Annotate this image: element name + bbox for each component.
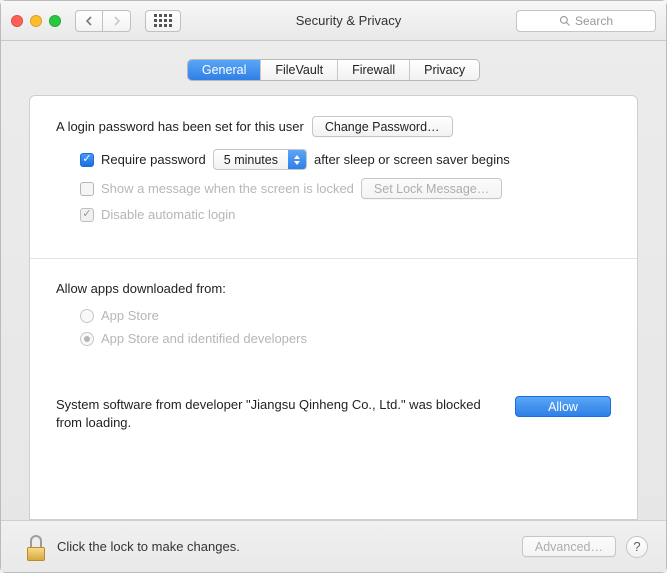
content-area: General FileVault Firewall Privacy A log…	[1, 41, 666, 520]
lock-shackle-icon	[30, 535, 42, 547]
show-message-checkbox[interactable]	[80, 182, 94, 196]
search-placeholder: Search	[575, 14, 613, 28]
gatekeeper-identified-row: App Store and identified developers	[80, 331, 611, 346]
forward-button[interactable]	[103, 10, 131, 32]
show-all-prefs-button[interactable]	[145, 10, 181, 32]
zoom-window-button[interactable]	[49, 15, 61, 27]
gatekeeper-appstore-radio[interactable]	[80, 309, 94, 323]
window-controls	[11, 15, 61, 27]
minimize-window-button[interactable]	[30, 15, 42, 27]
titlebar: Security & Privacy Search	[1, 1, 666, 41]
lock-button[interactable]	[25, 533, 47, 561]
chevron-right-icon	[112, 16, 121, 26]
general-pane: A login password has been set for this u…	[29, 95, 638, 520]
lock-hint-text: Click the lock to make changes.	[57, 539, 512, 554]
tab-filevault[interactable]: FileVault	[260, 60, 337, 80]
tab-bar: General FileVault Firewall Privacy	[187, 59, 480, 81]
require-password-label: Require password	[101, 152, 206, 167]
show-message-label: Show a message when the screen is locked	[101, 181, 354, 196]
tab-general[interactable]: General	[188, 60, 260, 80]
gatekeeper-radio-group: App Store App Store and identified devel…	[80, 308, 611, 346]
set-lock-message-button: Set Lock Message…	[361, 178, 502, 199]
show-message-row: Show a message when the screen is locked…	[80, 178, 611, 199]
help-button[interactable]: ?	[626, 536, 648, 558]
nav-buttons	[75, 10, 131, 32]
gatekeeper-appstore-row: App Store	[80, 308, 611, 323]
blocked-software-row: System software from developer "Jiangsu …	[56, 396, 611, 431]
select-stepper-icon	[288, 150, 306, 169]
section-divider	[30, 258, 637, 259]
gatekeeper-identified-radio[interactable]	[80, 332, 94, 346]
disable-auto-login-label: Disable automatic login	[101, 207, 235, 222]
window-title: Security & Privacy	[189, 13, 508, 28]
advanced-button[interactable]: Advanced…	[522, 536, 616, 557]
blocked-software-message: System software from developer "Jiangsu …	[56, 396, 495, 431]
login-heading-row: A login password has been set for this u…	[56, 116, 611, 137]
footer: Click the lock to make changes. Advanced…	[1, 520, 666, 572]
search-input[interactable]: Search	[516, 10, 656, 32]
login-options: Require password 5 minutes after sleep o…	[80, 149, 611, 222]
close-window-button[interactable]	[11, 15, 23, 27]
require-password-delay-value: 5 minutes	[224, 153, 278, 167]
login-heading: A login password has been set for this u…	[56, 119, 304, 134]
lock-body-icon	[27, 547, 45, 561]
require-password-delay-select[interactable]: 5 minutes	[213, 149, 307, 170]
after-sleep-label: after sleep or screen saver begins	[314, 152, 510, 167]
allow-button[interactable]: Allow	[515, 396, 611, 417]
tab-privacy[interactable]: Privacy	[409, 60, 479, 80]
gatekeeper-heading: Allow apps downloaded from:	[56, 281, 611, 296]
gatekeeper-identified-label: App Store and identified developers	[101, 331, 307, 346]
apps-grid-icon	[154, 14, 172, 27]
search-icon	[559, 15, 571, 27]
require-password-row: Require password 5 minutes after sleep o…	[80, 149, 611, 170]
disable-auto-login-row: Disable automatic login	[80, 207, 611, 222]
disable-auto-login-checkbox[interactable]	[80, 208, 94, 222]
gatekeeper-appstore-label: App Store	[101, 308, 159, 323]
change-password-button[interactable]: Change Password…	[312, 116, 453, 137]
back-button[interactable]	[75, 10, 103, 32]
security-privacy-window: Security & Privacy Search General FileVa…	[0, 0, 667, 573]
require-password-checkbox[interactable]	[80, 153, 94, 167]
chevron-left-icon	[85, 16, 94, 26]
tab-firewall[interactable]: Firewall	[337, 60, 409, 80]
